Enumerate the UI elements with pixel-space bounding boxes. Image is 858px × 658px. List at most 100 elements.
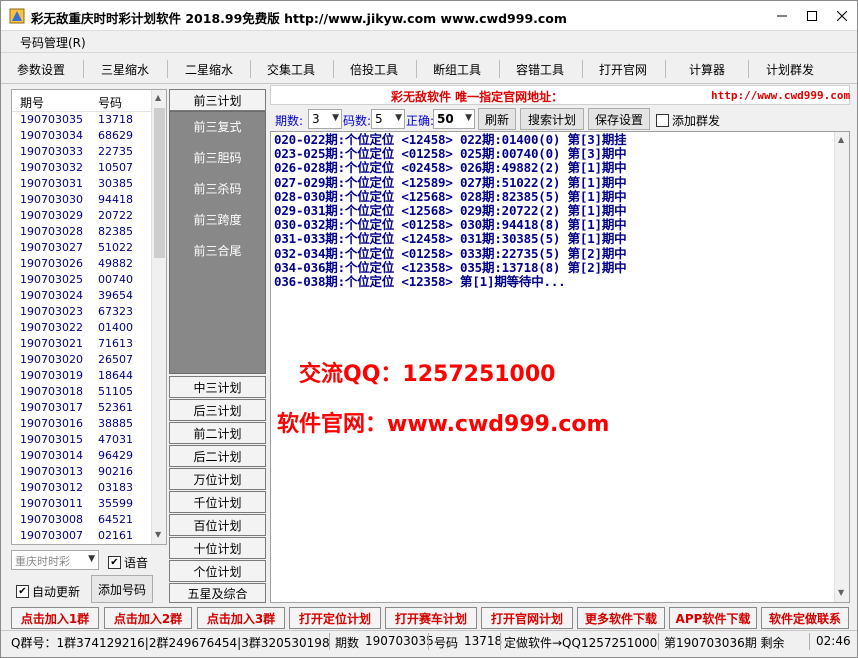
banner-url-link[interactable]: http://www.cwd999.com [711, 89, 850, 102]
more-software-button[interactable]: 更多软件下载 [577, 607, 665, 629]
table-row[interactable]: 190703025 00740 [12, 272, 152, 288]
table-row[interactable]: 190703007 02161 [12, 528, 152, 544]
maximize-button[interactable] [797, 1, 827, 30]
table-row[interactable]: 190703008 64521 [12, 512, 152, 528]
scroll-up-icon[interactable]: ▲ [838, 135, 844, 144]
output-scrollbar[interactable]: ▲ ▼ [834, 132, 849, 602]
join-group-1-button[interactable]: 点击加入1群 [11, 607, 99, 629]
submenu-bold-code[interactable]: 前三胆码 [170, 149, 265, 166]
table-row[interactable]: 190703024 39654 [12, 288, 152, 304]
period-select[interactable]: 3 ▼ [308, 109, 342, 129]
tool-calculator[interactable]: 计算器 [689, 61, 725, 78]
table-row[interactable]: 190703030 94418 [12, 192, 152, 208]
app-download-button[interactable]: APP软件下载 [669, 607, 757, 629]
scroll-down-icon[interactable]: ▼ [155, 530, 161, 539]
chevron-down-icon: ▼ [395, 113, 402, 123]
refresh-button[interactable]: 刷新 [478, 108, 516, 130]
plan-middle-three-button[interactable]: 中三计划 [169, 376, 266, 398]
table-row[interactable]: 190703015 47031 [12, 432, 152, 448]
col-period-header[interactable]: 期号 [20, 94, 44, 111]
toolbar-separator [333, 60, 334, 78]
minimize-button[interactable] [767, 1, 797, 30]
tool-params[interactable]: 参数设置 [17, 61, 65, 78]
table-row[interactable]: 190703018 51105 [12, 384, 152, 400]
table-row[interactable]: 190703034 68629 [12, 128, 152, 144]
table-row[interactable]: 190703013 90216 [12, 464, 152, 480]
tool-multiple[interactable]: 倍投工具 [350, 61, 398, 78]
tool-intersection[interactable]: 交集工具 [267, 61, 315, 78]
table-row[interactable]: 190703028 82385 [12, 224, 152, 240]
table-row[interactable]: 190703011 35599 [12, 496, 152, 512]
row-period: 190703029 [20, 209, 83, 222]
draw-history-table[interactable]: 期号 号码 190703035 13718 190703034 68629 190703… [11, 89, 167, 545]
tool-two-star[interactable]: 二星缩水 [185, 61, 233, 78]
table-row[interactable]: 190703022 01400 [12, 320, 152, 336]
submenu-sum-tail[interactable]: 前三合尾 [170, 242, 265, 259]
table-row[interactable]: 190703016 38885 [12, 416, 152, 432]
open-position-plan-button[interactable]: 打开定位计划 [289, 607, 381, 629]
period-label: 期数: [275, 114, 304, 128]
table-scrollbar[interactable]: ▲ ▼ [151, 90, 166, 544]
tool-open-site[interactable]: 打开官网 [599, 61, 647, 78]
table-row[interactable]: 190703029 20722 [12, 208, 152, 224]
table-row[interactable]: 190703012 03183 [12, 480, 152, 496]
lottery-type-select[interactable]: 重庆时时彩 ▼ [11, 550, 99, 570]
plan-output-area[interactable]: 020-022期:个位定位 <12458> 022期:01400(0) 第[3]… [270, 131, 850, 603]
table-row[interactable]: 190703023 67323 [12, 304, 152, 320]
table-row[interactable]: 190703019 18644 [12, 368, 152, 384]
plan-unit-button[interactable]: 个位计划 [169, 560, 266, 582]
table-row[interactable]: 190703032 10507 [12, 160, 152, 176]
row-period: 190703020 [20, 353, 83, 366]
table-row[interactable]: 190703014 96429 [12, 448, 152, 464]
table-row[interactable]: 190703020 26507 [12, 352, 152, 368]
group-send-checkbox[interactable]: 添加群发 [656, 112, 720, 129]
tool-group-send[interactable]: 计划群发 [766, 61, 814, 78]
scroll-thumb[interactable] [154, 108, 165, 258]
table-row[interactable]: 190703021 71613 [12, 336, 152, 352]
plan-front-three-button[interactable]: 前三计划 [169, 89, 266, 111]
tool-three-star[interactable]: 三星缩水 [101, 61, 149, 78]
maximize-icon [807, 10, 817, 21]
code-count-select[interactable]: 5 ▼ [371, 109, 405, 129]
tool-break-group[interactable]: 断组工具 [433, 61, 481, 78]
row-period: 190703025 [20, 273, 83, 286]
plan-five-star-button[interactable]: 五星及综合 [169, 583, 266, 603]
save-settings-button[interactable]: 保存设置 [588, 108, 650, 130]
plan-thousand-button[interactable]: 千位计划 [169, 491, 266, 513]
scroll-up-icon[interactable]: ▲ [155, 93, 161, 102]
plan-back-two-button[interactable]: 后二计划 [169, 445, 266, 467]
table-row[interactable]: 190703031 30385 [12, 176, 152, 192]
search-plan-button[interactable]: 搜索计划 [520, 108, 584, 130]
custom-software-button[interactable]: 软件定做联系 [761, 607, 849, 629]
plan-hundred-button[interactable]: 百位计划 [169, 514, 266, 536]
plan-controls: 期数: 3 ▼ 码数: 5 ▼ 正确: 50 ▼ 刷新 搜索计划 保存设置 添加… [270, 107, 850, 131]
open-racing-plan-button[interactable]: 打开赛车计划 [385, 607, 477, 629]
submenu-kill-code[interactable]: 前三杀码 [170, 180, 265, 197]
table-row[interactable]: 190703033 22735 [12, 144, 152, 160]
plan-ten-button[interactable]: 十位计划 [169, 537, 266, 559]
table-row[interactable]: 190703027 51022 [12, 240, 152, 256]
table-row[interactable]: 190703017 52361 [12, 400, 152, 416]
col-number-header[interactable]: 号码 [98, 94, 122, 111]
group-send-label: 添加群发 [672, 114, 721, 128]
open-site-plan-button[interactable]: 打开官网计划 [481, 607, 573, 629]
close-button[interactable] [827, 1, 857, 30]
scroll-down-icon[interactable]: ▼ [838, 588, 844, 597]
row-period: 190703034 [20, 129, 83, 142]
auto-update-checkbox[interactable]: ✔ 自动更新 [16, 583, 80, 600]
add-number-button[interactable]: 添加号码 [91, 575, 153, 603]
row-period: 190703014 [20, 449, 83, 462]
submenu-compound[interactable]: 前三复式 [170, 118, 265, 135]
plan-front-two-button[interactable]: 前二计划 [169, 422, 266, 444]
plan-back-three-button[interactable]: 后三计划 [169, 399, 266, 421]
menu-number-management[interactable]: 号码管理(R) [20, 34, 86, 51]
join-group-2-button[interactable]: 点击加入2群 [104, 607, 192, 629]
voice-checkbox[interactable]: ✔ 语音 [108, 554, 148, 571]
plan-ten-thousand-button[interactable]: 万位计划 [169, 468, 266, 490]
submenu-span[interactable]: 前三跨度 [170, 211, 265, 228]
correct-select[interactable]: 50 ▼ [433, 109, 475, 129]
tool-fault-tolerance[interactable]: 容错工具 [516, 61, 564, 78]
table-row[interactable]: 190703035 13718 [12, 112, 152, 128]
join-group-3-button[interactable]: 点击加入3群 [197, 607, 285, 629]
table-row[interactable]: 190703026 49882 [12, 256, 152, 272]
